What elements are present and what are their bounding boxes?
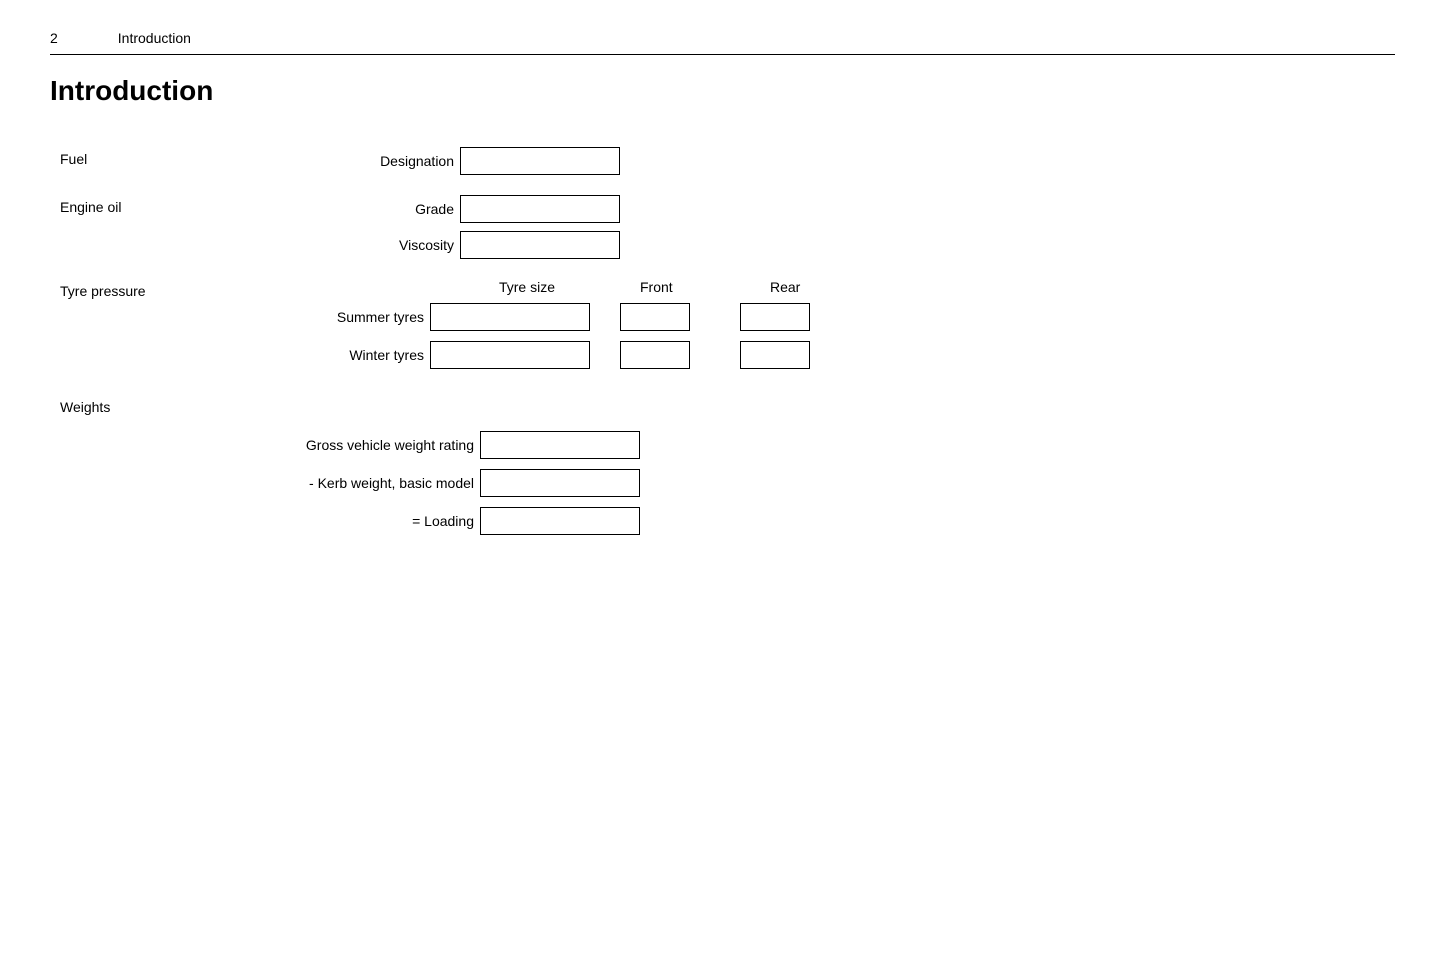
engine-oil-grade-row: Grade (260, 195, 620, 223)
winter-tyres-label: Winter tyres (260, 347, 430, 363)
gross-vehicle-weight-row: Gross vehicle weight rating (60, 431, 1395, 459)
engine-oil-grade-label: Grade (260, 201, 460, 217)
engine-oil-viscosity-label: Viscosity (260, 237, 460, 253)
weights-label: Weights (60, 399, 1395, 415)
fuel-fields: Designation (260, 147, 620, 175)
tyre-rear-col-header: Rear (760, 279, 890, 295)
fuel-label: Fuel (60, 147, 260, 167)
engine-oil-grade-input[interactable] (460, 195, 620, 223)
engine-oil-label: Engine oil (60, 195, 260, 215)
tyre-header-row: Tyre size Front Rear (260, 279, 890, 295)
loading-input[interactable] (480, 507, 640, 535)
tyre-pressure-section: Tyre pressure Tyre size Front Rear Summe… (60, 279, 1395, 379)
kerb-weight-row: - Kerb weight, basic model (60, 469, 1395, 497)
engine-oil-viscosity-input[interactable] (460, 231, 620, 259)
weights-section: Weights Gross vehicle weight rating - Ke… (60, 399, 1395, 535)
winter-tyres-row: Winter tyres (260, 341, 890, 369)
winter-tyre-size-input[interactable] (430, 341, 590, 369)
summer-front-input[interactable] (620, 303, 690, 331)
loading-row: = Loading (60, 507, 1395, 535)
loading-label: = Loading (60, 513, 480, 529)
tyre-pressure-label: Tyre pressure (60, 279, 260, 299)
kerb-weight-input[interactable] (480, 469, 640, 497)
gross-vehicle-weight-label: Gross vehicle weight rating (60, 437, 480, 453)
summer-rear-input[interactable] (740, 303, 810, 331)
page-number: 2 (50, 30, 58, 46)
page-title: Introduction (50, 75, 1395, 107)
kerb-weight-label: - Kerb weight, basic model (60, 475, 480, 491)
engine-oil-viscosity-row: Viscosity (260, 231, 620, 259)
header-bar: 2 Introduction (50, 30, 1395, 55)
engine-oil-section: Engine oil Grade Viscosity (60, 195, 1395, 259)
tyre-fields: Tyre size Front Rear Summer tyres Winter… (260, 279, 890, 379)
fuel-designation-label: Designation (260, 153, 460, 169)
content-area: Fuel Designation Engine oil Grade Viscos… (50, 147, 1395, 535)
header-title: Introduction (118, 30, 191, 46)
winter-front-input[interactable] (620, 341, 690, 369)
fuel-section: Fuel Designation (60, 147, 1395, 175)
winter-rear-input[interactable] (740, 341, 810, 369)
engine-oil-fields: Grade Viscosity (260, 195, 620, 259)
gross-vehicle-weight-input[interactable] (480, 431, 640, 459)
tyre-size-col-header: Tyre size (430, 279, 630, 295)
tyre-front-col-header: Front (630, 279, 760, 295)
summer-tyres-label: Summer tyres (260, 309, 430, 325)
page-container: 2 Introduction Introduction Fuel Designa… (0, 0, 1445, 965)
fuel-designation-input[interactable] (460, 147, 620, 175)
weights-fields: Gross vehicle weight rating - Kerb weigh… (60, 431, 1395, 535)
fuel-designation-row: Designation (260, 147, 620, 175)
summer-tyre-size-input[interactable] (430, 303, 590, 331)
summer-tyres-row: Summer tyres (260, 303, 890, 331)
